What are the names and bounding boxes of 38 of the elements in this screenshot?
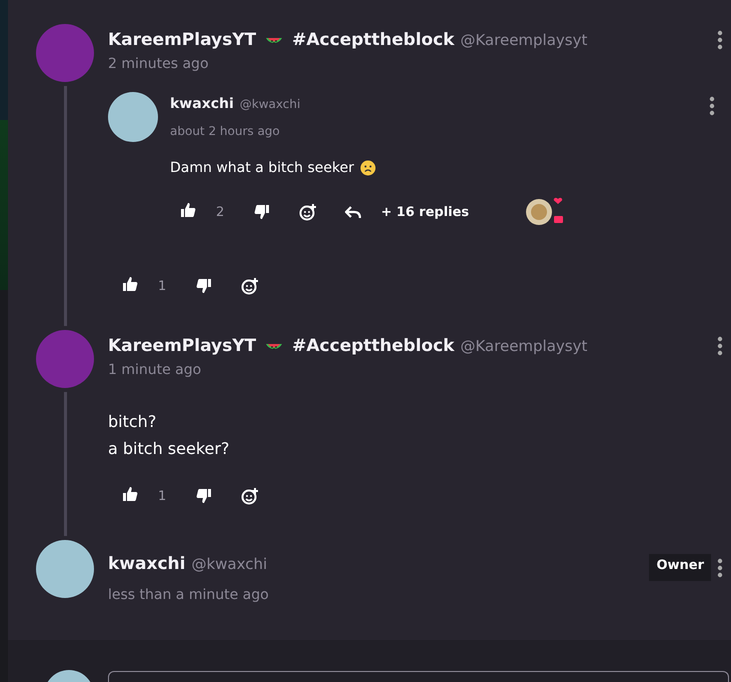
- timestamp: less than a minute ago: [108, 587, 270, 603]
- thumbs-down-icon[interactable]: [254, 204, 270, 220]
- thumbs-down-icon[interactable]: [196, 488, 212, 504]
- timestamp: 2 minutes ago: [108, 56, 210, 72]
- thumbs-up-icon[interactable]: [122, 486, 138, 502]
- frowning-face-icon: [360, 160, 376, 176]
- like-count: 1: [158, 488, 168, 504]
- user-tag: #Accepttheblock: [292, 30, 454, 50]
- username: KareemPlaysYT: [108, 336, 256, 356]
- comment-input-field[interactable]: [108, 671, 729, 682]
- add-reaction-icon[interactable]: [298, 203, 317, 221]
- add-reaction-icon[interactable]: [240, 487, 259, 505]
- replies-link[interactable]: + 16 replies: [381, 204, 470, 220]
- more-options-icon[interactable]: [717, 336, 723, 356]
- comment-text: a bitch seeker?: [108, 438, 230, 460]
- username: KareemPlaysYT: [108, 30, 256, 50]
- thumbs-down-icon[interactable]: [196, 278, 212, 294]
- timestamp: 1 minute ago: [108, 362, 202, 378]
- comment-text: bitch?: [108, 411, 158, 433]
- thumbs-up-icon[interactable]: [180, 202, 196, 218]
- like-count: 1: [158, 278, 168, 294]
- comment-text: Damn what a bitch seeker: [170, 160, 354, 176]
- user-handle: @kwaxchi: [240, 97, 300, 111]
- add-reaction-icon[interactable]: [240, 277, 259, 295]
- user-tag: #Accepttheblock: [292, 336, 454, 356]
- user-handle: @Kareemplaysyt: [460, 337, 588, 355]
- more-options-icon[interactable]: [709, 96, 715, 116]
- owner-badge: Owner: [649, 554, 711, 581]
- more-options-icon[interactable]: [717, 558, 723, 578]
- reply-icon[interactable]: [345, 205, 361, 219]
- timestamp: about 2 hours ago: [170, 124, 281, 138]
- more-options-icon[interactable]: [717, 30, 723, 50]
- username: kwaxchi: [108, 554, 186, 574]
- user-handle: @Kareemplaysyt: [460, 31, 588, 49]
- thumbs-up-icon[interactable]: [122, 276, 138, 292]
- user-handle: @kwaxchi: [191, 555, 268, 573]
- like-count: 2: [216, 204, 226, 220]
- username: kwaxchi: [170, 96, 234, 112]
